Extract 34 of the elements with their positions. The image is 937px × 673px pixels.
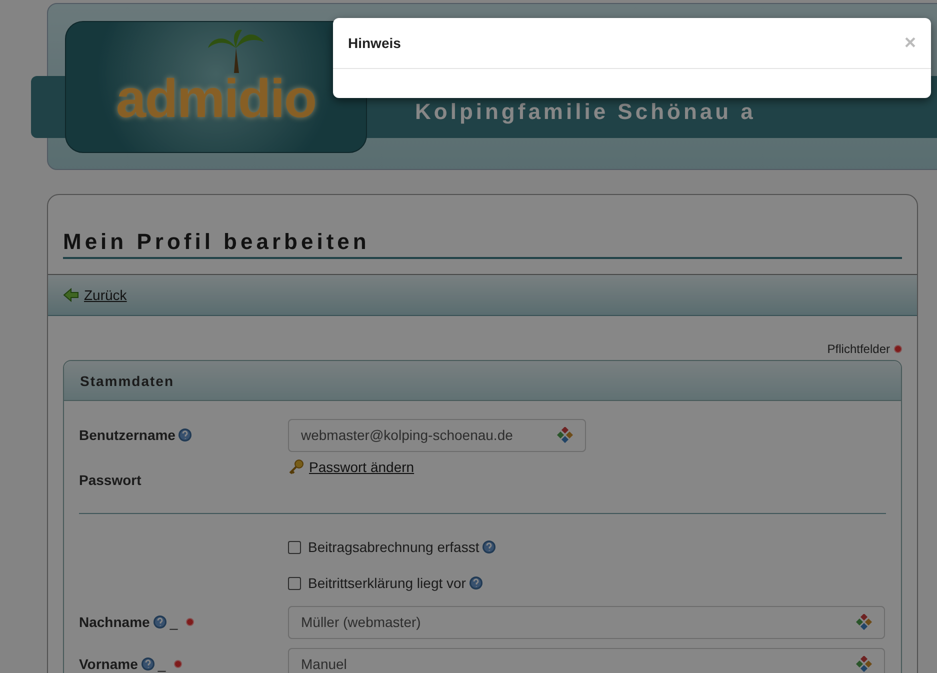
field-label: Benutzername [79,427,176,443]
help-icon[interactable] [178,428,192,442]
form-field-icon [856,614,872,630]
form-field-icon [557,427,573,443]
help-icon[interactable] [468,576,483,590]
field-label: Passwort [79,472,142,488]
back-link[interactable]: Zurück [84,287,127,303]
text-input[interactable]: Müller (webmaster) [288,606,885,638]
field-marker: _ [170,614,178,630]
logo-text: admidio [116,72,316,126]
help-icon[interactable] [482,540,496,554]
field-label: Vorname [79,656,138,672]
required-fields-note: Pflichtfelder [827,342,890,356]
checkbox[interactable] [288,576,301,590]
site-title: Kolpingfamilie Schönau a [415,98,756,124]
checkbox-label: Beitrittserklärung liegt vor [308,575,466,591]
close-button[interactable]: × [904,32,916,54]
checkbox-label: Beitragsabrechnung erfasst [308,539,480,555]
form-field-icon [856,656,872,672]
modal-title: Hinweis [348,35,401,51]
field-marker: _ [158,656,166,672]
page-title: Mein Profil bearbeiten [63,229,902,259]
checkbox[interactable] [288,540,301,554]
text-input[interactable]: webmaster@kolping-schoenau.de [288,418,586,452]
help-icon[interactable] [140,657,155,671]
required-dot [894,345,902,353]
panel-title: Stammdaten [64,361,901,401]
palm-tree-icon [206,28,266,72]
back-arrow-icon [63,288,79,302]
field-label: Nachname [79,614,150,630]
change-password-link[interactable]: Passwort ändern [309,459,414,475]
help-icon[interactable] [152,615,167,629]
key-icon [288,459,304,475]
text-input[interactable]: Manuel [288,648,885,673]
